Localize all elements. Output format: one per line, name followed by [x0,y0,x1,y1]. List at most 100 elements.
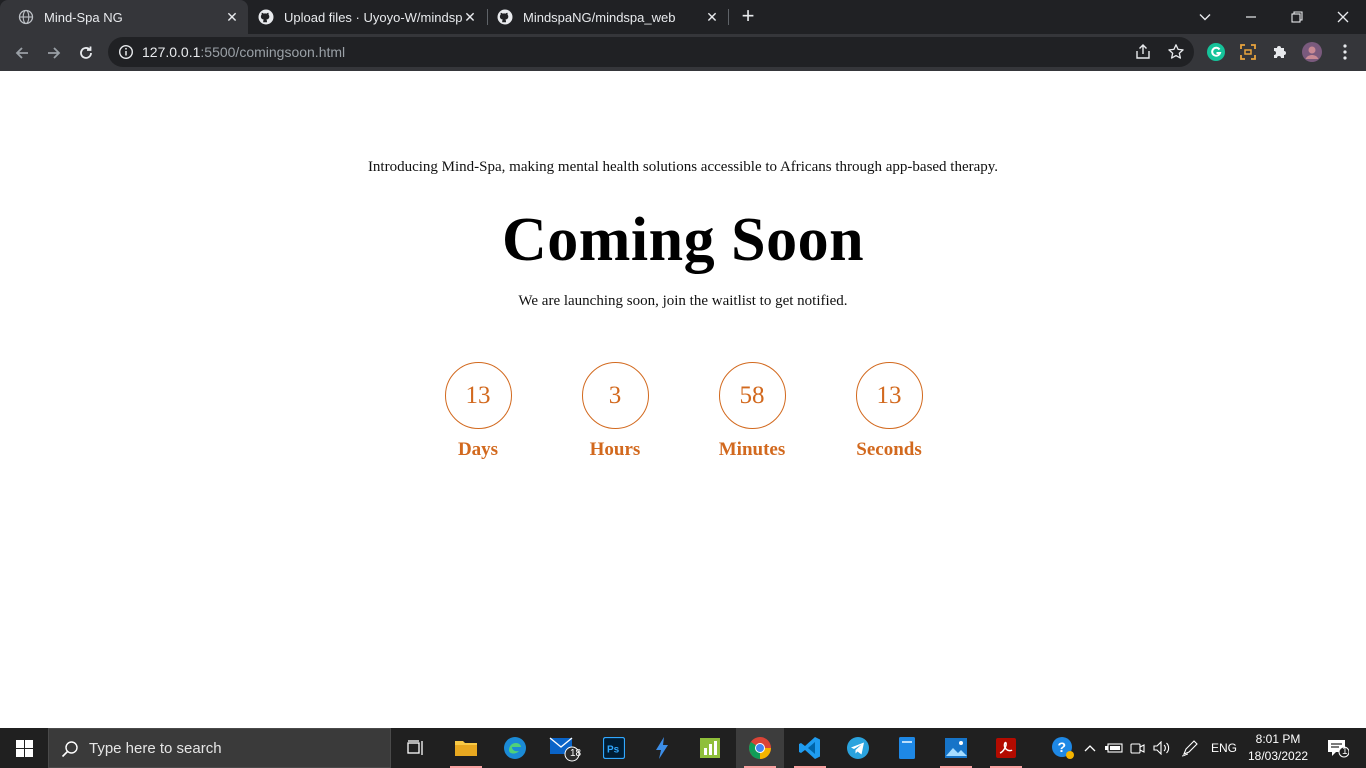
share-icon[interactable] [1134,43,1152,61]
countdown-days: 13 Days [418,362,538,461]
search-icon [61,741,78,758]
taskbar-bolt-app[interactable] [638,728,686,768]
arrow-left-icon [15,47,28,59]
tab-title: Upload files · Uyoyo-W/mindspa [284,9,462,25]
tab-separator [728,9,729,25]
restore-button[interactable] [1274,0,1320,34]
tab-search-button[interactable] [1182,0,1228,34]
browser-tab-strip: Mind-Spa NG ✕ Upload files · Uyoyo-W/min… [0,0,1366,34]
clock-time: 8:01 PM [1255,732,1301,746]
taskbar-acrobat[interactable] [982,728,1030,768]
countdown-minutes-label: Minutes [718,439,786,460]
lightning-icon [656,737,668,759]
tab-upload-files[interactable]: Upload files · Uyoyo-W/mindspa ✕ [250,0,486,34]
task-view-icon [407,740,423,755]
chrome-icon [749,737,771,759]
mail-badge: 18 [570,748,582,759]
battery-icon [1105,743,1123,753]
browser-toolbar: 127.0.0.1:5500/comingsoon.html [0,34,1366,71]
tab-title: MindspaNG/mindspa_web [523,9,676,25]
close-window-button[interactable] [1320,0,1366,34]
taskbar-search-box[interactable]: Type here to search [48,728,391,768]
tab-mind-spa[interactable]: Mind-Spa NG ✕ [0,0,248,34]
taskbar-chrome[interactable] [736,728,784,768]
countdown-days-value: 13 [444,362,512,429]
subtitle-text: We are launching soon, join the waitlist… [518,293,848,309]
document-icon [899,737,915,759]
notification-count: 1 [1342,746,1348,757]
reload-icon [80,46,92,59]
taskbar-telegram[interactable] [834,728,882,768]
taskbar-mail[interactable]: 18 [540,728,588,768]
start-button[interactable] [0,728,48,768]
close-tab-icon[interactable]: ✕ [704,9,720,25]
tab-mindspa-web[interactable]: MindspaNG/mindspa_web ✕ [488,0,728,34]
telegram-icon [847,737,869,759]
action-center-button[interactable]: 1 [1318,728,1358,768]
taskbar-photoshop[interactable]: Ps [590,728,638,768]
search-placeholder: Type here to search [89,740,222,757]
taskbar-edge[interactable] [491,728,539,768]
battery-tray-icon[interactable] [1104,728,1124,768]
countdown-seconds: 13 Seconds [829,362,949,461]
globe-icon [18,9,34,25]
forward-button[interactable] [40,39,68,67]
pdf-icon [996,738,1016,758]
volume-tray-icon[interactable] [1152,728,1172,768]
countdown-seconds-value: 13 [855,362,923,429]
vscode-icon [799,737,820,759]
chevron-up-icon [1084,745,1096,752]
countdown-minutes-value: 58 [718,362,786,429]
github-icon [258,9,274,25]
page-content: Introducing Mind-Spa, making mental heal… [0,71,1366,728]
more-menu-icon[interactable] [1335,42,1355,62]
minimize-button[interactable] [1228,0,1274,34]
screen-capture-extension-icon[interactable] [1238,42,1258,62]
back-button[interactable] [8,39,36,67]
new-tab-button[interactable]: + [736,5,760,29]
close-tab-icon[interactable]: ✕ [224,9,240,25]
close-tab-icon[interactable]: ✕ [462,9,478,25]
taskbar-notes-app[interactable] [883,728,931,768]
taskbar-vscode[interactable] [786,728,834,768]
taskbar-file-explorer[interactable] [442,728,490,768]
puzzle-icon[interactable] [1270,42,1290,62]
chart-document-icon [700,738,720,758]
page-title: Coming Soon [501,206,865,274]
url-text[interactable]: 127.0.0.1:5500/comingsoon.html [142,44,345,60]
reload-button[interactable] [72,39,100,67]
avatar[interactable] [1302,42,1322,62]
meet-now-tray-icon[interactable] [1128,728,1148,768]
info-icon[interactable] [118,44,134,60]
minimize-icon [1246,16,1256,18]
star-icon[interactable] [1167,43,1185,61]
taskbar-spreadsheet-app[interactable] [686,728,734,768]
svg-text:Ps: Ps [607,745,620,756]
address-bar[interactable]: 127.0.0.1:5500/comingsoon.html [108,37,1194,67]
task-view-button[interactable] [392,728,440,768]
url-host: 127.0.0.1 [142,44,201,60]
countdown-hours-value: 3 [581,362,649,429]
countdown-seconds-label: Seconds [856,439,922,460]
chevron-down-icon [1199,14,1211,21]
clock-date: 18/03/2022 [1248,749,1309,763]
grammarly-icon[interactable] [1206,42,1226,62]
pen-workspace-tray-icon[interactable] [1178,728,1202,768]
taskbar-clock[interactable]: 8:01 PM 18/03/2022 [1248,731,1308,765]
countdown-hours: 3 Hours [555,362,675,461]
language-indicator[interactable]: ENG [1206,728,1242,768]
help-tray-icon[interactable]: ? [1050,728,1076,768]
taskbar-photos[interactable] [932,728,980,768]
show-hidden-icons-button[interactable] [1080,728,1100,768]
close-icon [1337,11,1349,23]
arrow-right-icon [48,47,61,59]
countdown-minutes: 58 Minutes [692,362,812,461]
restore-icon [1291,11,1303,23]
windows-logo-icon [15,739,33,757]
github-icon [497,9,513,25]
edge-icon [504,737,526,759]
photoshop-icon: Ps [603,737,625,759]
photos-icon [945,738,967,758]
url-path: :5500/comingsoon.html [200,44,346,60]
folder-icon [455,741,477,756]
